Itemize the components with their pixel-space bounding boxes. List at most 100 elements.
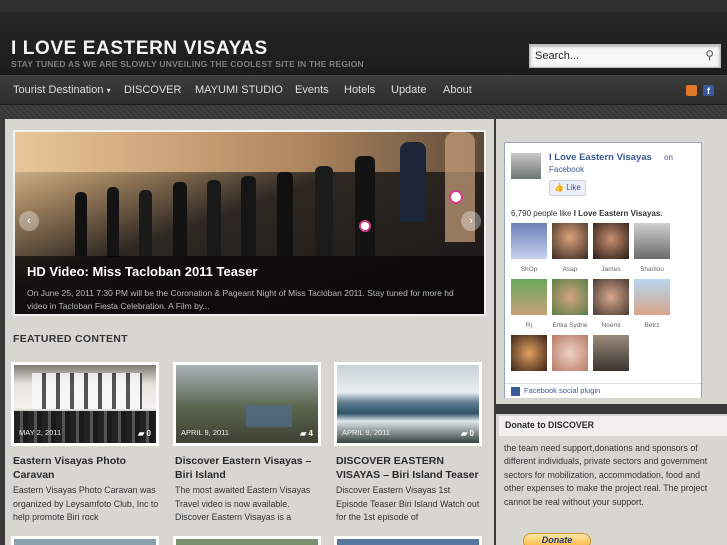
facebook-like-count: 6,790 people like I Love Eastern Visayas… bbox=[511, 209, 663, 218]
comment-count-value: 0 bbox=[469, 429, 474, 438]
nav-item-mayumi-studio[interactable]: MAYUMI STUDIO bbox=[195, 84, 283, 96]
fan-name: Sharilou bbox=[640, 266, 664, 273]
fan-avatar[interactable]: Betrz bbox=[634, 279, 670, 329]
featured-card[interactable]: APRIL 9, 2011 ▰ 4 Discover Eastern Visay… bbox=[173, 362, 321, 522]
main-navigation: Tourist Destination ▾ DISCOVER MAYUMI ST… bbox=[0, 75, 727, 105]
nav-item-discover[interactable]: DISCOVER bbox=[124, 84, 181, 96]
card-date: APRIL 9, 2011 bbox=[342, 428, 390, 437]
card-date: MAY 2, 2011 bbox=[19, 428, 62, 437]
slide-figure bbox=[107, 187, 119, 257]
facebook-like-box: I Love Eastern Visayas on Facebook 👍 Lik… bbox=[504, 142, 702, 398]
slide-figure bbox=[400, 142, 426, 222]
nav-item-update[interactable]: Update bbox=[391, 84, 426, 96]
avatar bbox=[511, 223, 547, 259]
slider-next-button[interactable]: › bbox=[461, 211, 481, 231]
featured-card[interactable]: APRIL 9, 2011 ▰ 0 DISCOVER EASTERN VISAY… bbox=[334, 362, 482, 522]
fan-name: Betrz bbox=[644, 322, 660, 329]
nav-item-label: Tourist Destination bbox=[13, 84, 104, 96]
card-excerpt: The most awaited Eastern Visayas Travel … bbox=[175, 485, 311, 522]
avatar bbox=[552, 279, 588, 315]
fan-avatar[interactable]: James bbox=[593, 223, 629, 273]
avatar bbox=[552, 223, 588, 259]
like-count-text: 6,790 people like bbox=[511, 209, 572, 218]
comment-count[interactable]: ▰ 0 bbox=[461, 429, 474, 438]
avatar bbox=[634, 223, 670, 259]
featured-content-heading: FEATURED CONTENT bbox=[13, 333, 128, 345]
comment-count[interactable]: ▰ 0 bbox=[138, 429, 151, 438]
search-box[interactable]: ⚲ bbox=[529, 44, 721, 68]
card-thumbnail[interactable]: APRIL 9, 2011 ▰ 0 bbox=[334, 362, 482, 446]
card-date: APRIL 9, 2011 bbox=[181, 428, 229, 437]
like-label: Like bbox=[566, 183, 581, 192]
donate-text: the team need support,donations and spon… bbox=[504, 443, 708, 507]
facebook-link[interactable]: Facebook bbox=[549, 165, 584, 174]
slide-figure bbox=[75, 192, 87, 256]
decorative-stripe bbox=[0, 105, 727, 119]
donate-button[interactable]: Donate bbox=[523, 533, 591, 545]
fan-avatar[interactable]: Erika Sydne bbox=[552, 279, 588, 329]
card-excerpt: Discover Eastern Visayas 1st Episode Tea… bbox=[336, 485, 480, 522]
fan-name: James bbox=[601, 266, 621, 273]
nav-item-events[interactable]: Events bbox=[295, 84, 329, 96]
fan-avatar[interactable]: Asap bbox=[552, 223, 588, 273]
fan-avatar[interactable]: Noemi bbox=[593, 279, 629, 329]
avatar bbox=[593, 279, 629, 315]
card-thumbnail-partial[interactable] bbox=[11, 536, 159, 545]
comment-count-value: 0 bbox=[146, 429, 151, 438]
facebook-like-button[interactable]: 👍 Like bbox=[549, 180, 586, 196]
like-count-page[interactable]: I Love Eastern Visayas. bbox=[574, 209, 663, 218]
slide-figure bbox=[277, 172, 293, 256]
search-icon[interactable]: ⚲ bbox=[705, 48, 714, 62]
slide-caption: HD Video: Miss Tacloban 2011 Teaser On J… bbox=[15, 256, 484, 314]
fan-avatar[interactable]: Rj bbox=[511, 279, 547, 329]
nav-item-tourist-destination[interactable]: Tourist Destination ▾ bbox=[13, 84, 111, 96]
rss-icon[interactable] bbox=[686, 85, 697, 96]
card-thumbnail-building bbox=[32, 373, 142, 409]
slide-figure bbox=[355, 156, 375, 256]
avatar bbox=[552, 335, 588, 371]
card-title[interactable]: Eastern Visayas Photo Caravan bbox=[13, 454, 159, 482]
card-title[interactable]: Discover Eastern Visayas – Biri Island bbox=[175, 454, 321, 482]
featured-slider[interactable]: ‹ › HD Video: Miss Tacloban 2011 Teaser … bbox=[13, 130, 486, 316]
facebook-on-text: on bbox=[664, 153, 673, 162]
card-excerpt: Eastern Visayas Photo Caravan was organi… bbox=[13, 485, 159, 522]
fan-avatar[interactable] bbox=[593, 335, 629, 378]
featured-card[interactable]: MAY 2, 2011 ▰ 0 Eastern Visayas Photo Ca… bbox=[11, 362, 159, 522]
slide-figure bbox=[207, 180, 221, 256]
fan-avatar[interactable]: ShOp bbox=[511, 223, 547, 273]
donate-title: Donate to DISCOVER bbox=[505, 420, 594, 430]
facebook-page-thumbnail[interactable] bbox=[511, 153, 541, 179]
facebook-plugin-label[interactable]: Facebook social plugin bbox=[524, 386, 600, 395]
slider-prev-button[interactable]: ‹ bbox=[19, 211, 39, 231]
slide-figure bbox=[139, 190, 152, 256]
avatar bbox=[511, 279, 547, 315]
fan-name: Erika Sydne bbox=[552, 322, 588, 329]
card-thumbnail[interactable]: MAY 2, 2011 ▰ 0 bbox=[11, 362, 159, 446]
comment-count[interactable]: ▰ 4 bbox=[300, 429, 313, 438]
avatar bbox=[593, 335, 629, 371]
fan-name: Noemi bbox=[601, 322, 621, 329]
thumbs-up-icon: 👍 bbox=[554, 183, 564, 192]
fan-avatar[interactable] bbox=[552, 335, 588, 378]
avatar bbox=[634, 279, 670, 315]
slide-title[interactable]: HD Video: Miss Tacloban 2011 Teaser bbox=[27, 264, 257, 279]
nav-item-hotels[interactable]: Hotels bbox=[344, 84, 375, 96]
site-tagline: STAY TUNED AS WE ARE SLOWLY UNVEILING TH… bbox=[11, 59, 364, 69]
slide-figure bbox=[173, 182, 187, 256]
slide-figure bbox=[241, 176, 256, 256]
slide-number-badge bbox=[359, 220, 371, 232]
nav-item-about[interactable]: About bbox=[443, 84, 472, 96]
facebook-page-name[interactable]: I Love Eastern Visayas bbox=[549, 152, 652, 163]
avatar bbox=[593, 223, 629, 259]
site-header: I LOVE EASTERN VISAYAS STAY TUNED AS WE … bbox=[0, 0, 727, 75]
fan-avatar[interactable] bbox=[511, 335, 547, 378]
fan-name: Rj bbox=[525, 322, 533, 329]
fan-avatar[interactable]: Sharilou bbox=[634, 223, 670, 273]
card-thumbnail[interactable]: APRIL 9, 2011 ▰ 4 bbox=[173, 362, 321, 446]
site-title[interactable]: I LOVE EASTERN VISAYAS bbox=[11, 38, 268, 60]
card-thumbnail-partial[interactable] bbox=[173, 536, 321, 545]
card-thumbnail-partial[interactable] bbox=[334, 536, 482, 545]
card-title[interactable]: DISCOVER EASTERN VISAYAS – Biri Island T… bbox=[336, 454, 482, 482]
facebook-icon[interactable]: f bbox=[703, 85, 714, 96]
search-input[interactable] bbox=[530, 45, 700, 67]
